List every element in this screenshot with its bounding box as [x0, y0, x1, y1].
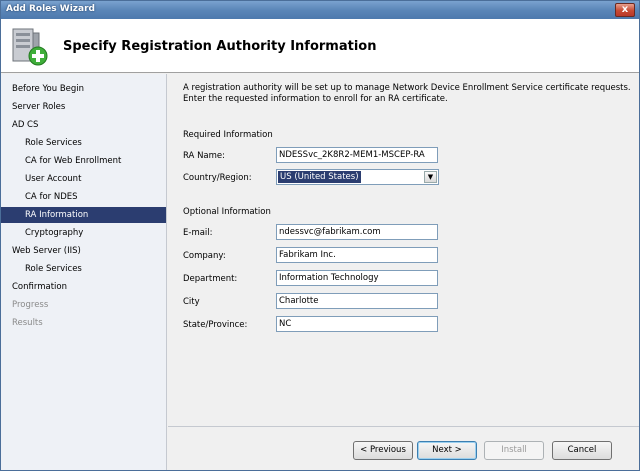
wizard-steps-sidebar: Before You Begin Server Roles AD CS Role…: [1, 74, 167, 470]
sidebar-item-web-server-iis[interactable]: Web Server (IIS): [1, 243, 81, 259]
page-title: Specify Registration Authority Informati…: [63, 39, 377, 54]
ra-name-field[interactable]: NDESSvc_2K8R2-MEM1-MSCEP-RA: [276, 147, 438, 163]
sidebar-item-ca-web-enrollment[interactable]: CA for Web Enrollment: [1, 153, 121, 169]
wizard-button-bar: < Previous Next > Install Cancel: [168, 426, 639, 470]
chevron-down-icon[interactable]: ▼: [424, 171, 437, 183]
sidebar-item-user-account[interactable]: User Account: [1, 171, 81, 187]
previous-button[interactable]: < Previous: [353, 441, 413, 460]
company-field[interactable]: Fabrikam Inc.: [276, 247, 438, 263]
main-content: A registration authority will be set up …: [168, 74, 639, 426]
state-province-field[interactable]: NC: [276, 316, 438, 332]
intro-text: A registration authority will be set up …: [183, 83, 631, 104]
ra-name-label: RA Name:: [183, 151, 226, 161]
sidebar-item-progress: Progress: [12, 300, 49, 310]
department-field[interactable]: Information Technology: [276, 270, 438, 286]
close-button[interactable]: x: [615, 3, 635, 17]
sidebar-item-ca-for-ndes[interactable]: CA for NDES: [1, 189, 78, 205]
wizard-window: Add Roles Wizard x Specify Registration …: [0, 0, 640, 471]
window-title: Add Roles Wizard: [6, 4, 95, 14]
sidebar-item-before-you-begin[interactable]: Before You Begin: [1, 81, 84, 97]
install-button: Install: [484, 441, 544, 460]
country-region-value: US (United States): [278, 171, 361, 183]
required-info-heading: Required Information: [183, 130, 273, 140]
company-label: Company:: [183, 251, 226, 261]
city-label: City: [183, 297, 200, 307]
sidebar-item-confirmation[interactable]: Confirmation: [1, 279, 67, 295]
sidebar-item-ra-information[interactable]: RA Information: [1, 207, 166, 223]
cancel-button[interactable]: Cancel: [552, 441, 612, 460]
sidebar-item-iis-role-services[interactable]: Role Services: [1, 261, 82, 277]
email-label: E-mail:: [183, 228, 213, 238]
email-field[interactable]: ndessvc@fabrikam.com: [276, 224, 438, 240]
country-region-select[interactable]: US (United States) ▼: [276, 169, 439, 185]
sidebar-item-server-roles[interactable]: Server Roles: [1, 99, 65, 115]
wizard-header: Specify Registration Authority Informati…: [1, 19, 639, 73]
state-province-label: State/Province:: [183, 320, 248, 330]
country-region-label: Country/Region:: [183, 173, 252, 183]
department-label: Department:: [183, 274, 238, 284]
title-bar[interactable]: Add Roles Wizard x: [1, 1, 639, 19]
city-field[interactable]: Charlotte: [276, 293, 438, 309]
sidebar-item-role-services[interactable]: Role Services: [1, 135, 82, 151]
next-button[interactable]: Next >: [417, 441, 477, 460]
sidebar-item-results: Results: [12, 318, 43, 328]
sidebar-item-cryptography[interactable]: Cryptography: [1, 225, 83, 241]
sidebar-item-ad-cs[interactable]: AD CS: [1, 117, 38, 133]
server-roles-icon: [12, 28, 48, 66]
optional-info-heading: Optional Information: [183, 207, 271, 217]
